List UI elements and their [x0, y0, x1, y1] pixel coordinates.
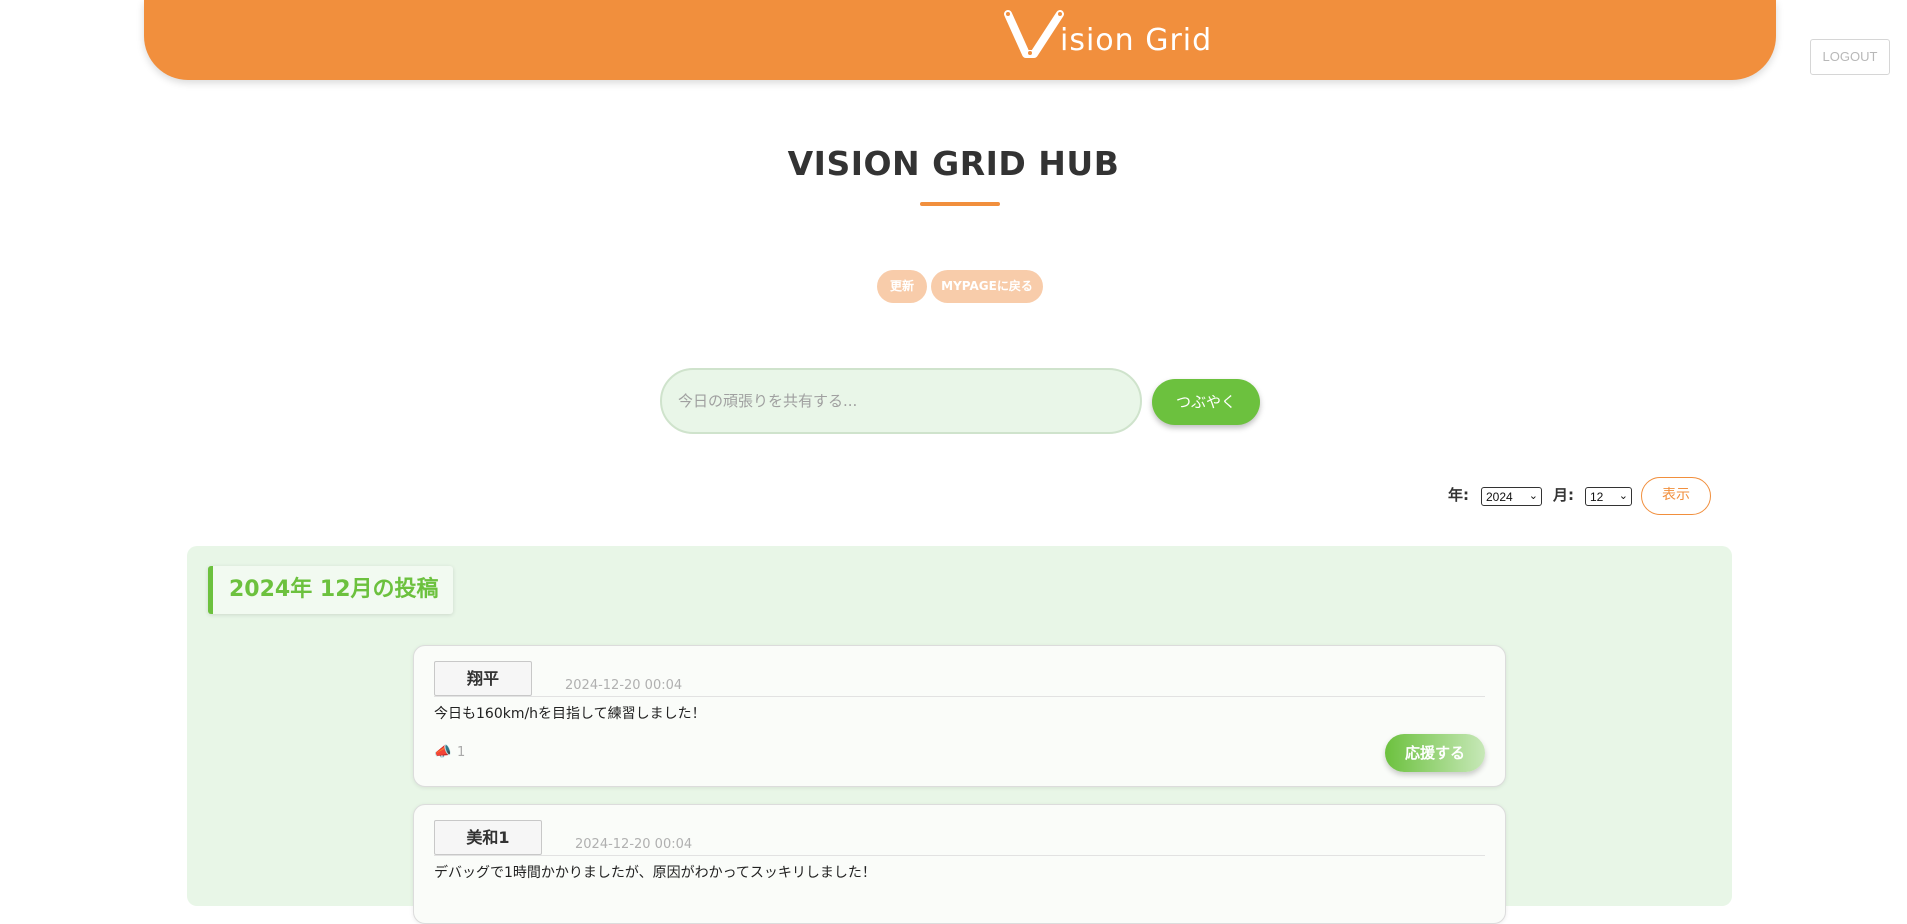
year-select[interactable]: 2024 ⌄ [1481, 487, 1542, 506]
year-label: 年: [1448, 486, 1469, 504]
cheer-button[interactable]: 応援する [1385, 734, 1485, 772]
post-divider [434, 696, 1485, 697]
post-user[interactable]: 美和1 [434, 820, 542, 855]
page-title: VISION GRID HUB [787, 144, 1120, 183]
feed-heading: 2024年 12月の投稿 [208, 566, 453, 614]
post-divider [434, 855, 1485, 856]
chevron-down-icon: ⌄ [1528, 490, 1538, 502]
show-button[interactable]: 表示 [1641, 477, 1711, 515]
back-to-mypage-button[interactable]: MYPAGEに戻る [931, 270, 1043, 303]
v-mark-icon [1004, 10, 1064, 58]
update-button[interactable]: 更新 [877, 270, 927, 303]
title-underline [920, 202, 1000, 206]
post-card: 翔平 2024-12-20 00:04 今日も160km/hを目指して練習しまし… [413, 645, 1506, 787]
month-select-value: 12 [1590, 489, 1604, 504]
post-timestamp: 2024-12-20 00:04 [565, 678, 683, 693]
post-text: デバッグで1時間かかりましたが、原因がわかってスッキリしました！ [434, 865, 876, 881]
logout-button[interactable]: LOGOUT [1810, 39, 1890, 75]
year-select-value: 2024 [1486, 489, 1513, 504]
month-label: 月: [1553, 486, 1574, 504]
post-card: 美和1 2024-12-20 00:04 デバッグで1時間かかりましたが、原因が… [413, 804, 1506, 924]
logo[interactable]: ision Grid [1004, 8, 1212, 58]
post-text: 今日も160km/hを目指して練習しました！ [434, 706, 706, 722]
megaphone-icon: 📣 [434, 744, 452, 760]
header-bar: ision Grid [144, 0, 1776, 80]
logo-text: ision Grid [1060, 22, 1213, 58]
chevron-down-icon: ⌄ [1618, 490, 1628, 502]
post-timestamp: 2024-12-20 00:04 [575, 837, 693, 852]
post-submit-button[interactable]: つぶやく [1152, 379, 1260, 425]
post-user[interactable]: 翔平 [434, 661, 532, 696]
month-select[interactable]: 12 ⌄ [1585, 487, 1632, 506]
post-input[interactable] [660, 368, 1142, 434]
cheer-count: 1 [457, 745, 466, 760]
